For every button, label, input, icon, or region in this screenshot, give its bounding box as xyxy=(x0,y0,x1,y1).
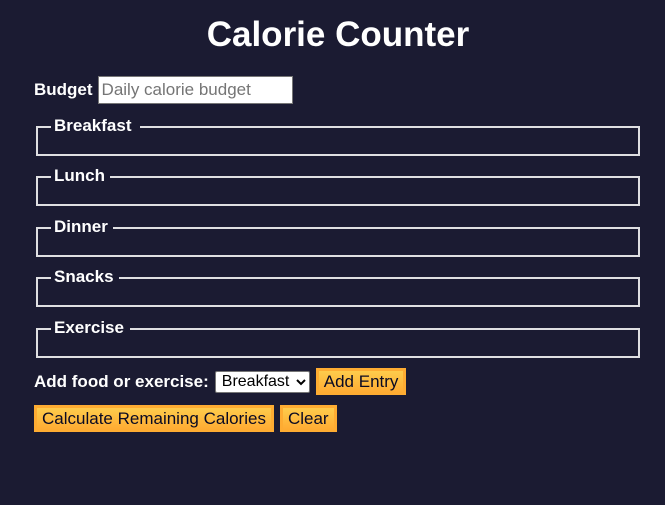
action-buttons: Calculate Remaining Calories Clear xyxy=(34,405,343,432)
breakfast-legend: Breakfast xyxy=(54,116,132,135)
budget-label: Budget xyxy=(34,80,93,99)
dinner-section: Dinner xyxy=(36,218,640,257)
lunch-legend: Lunch xyxy=(54,166,105,185)
exercise-section: Exercise xyxy=(36,319,640,358)
entry-dropdown-label: Add food or exercise: xyxy=(34,371,209,391)
snacks-legend: Snacks xyxy=(54,267,114,286)
page-title: Calorie Counter xyxy=(206,15,470,54)
budget-input[interactable] xyxy=(97,76,293,104)
add-entry-row: Add food or exercise: Breakfast Add Entr… xyxy=(34,368,407,395)
calorie-counter-page: Calorie Counter Budget Breakfast Lunch D… xyxy=(0,0,665,505)
clear-button[interactable]: Clear xyxy=(279,405,337,432)
budget-row: Budget xyxy=(34,76,293,104)
dinner-legend: Dinner xyxy=(54,217,108,236)
calculate-remaining-button[interactable]: Calculate Remaining Calories xyxy=(34,405,274,432)
exercise-legend: Exercise xyxy=(54,318,124,337)
entry-dropdown[interactable]: Breakfast xyxy=(214,370,310,393)
snacks-section: Snacks xyxy=(36,268,640,307)
lunch-section: Lunch xyxy=(36,167,640,206)
breakfast-section: Breakfast xyxy=(36,117,640,156)
add-entry-button[interactable]: Add Entry xyxy=(315,368,407,395)
